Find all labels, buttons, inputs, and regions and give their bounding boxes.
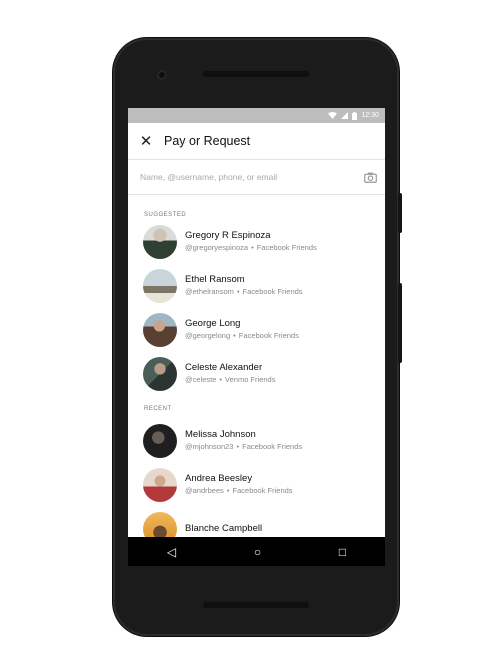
front-camera [157, 70, 167, 80]
separator-dot: • [236, 287, 240, 296]
contact-info: Celeste Alexander @celeste • Venmo Friends [185, 362, 275, 386]
contact-subtitle: @ethelransom • Facebook Friends [185, 286, 303, 298]
app-bar: ✕ Pay or Request [128, 123, 385, 160]
contact-username: @gregoryespinoza [185, 243, 249, 252]
contact-subtitle: @mjohnson23 • Facebook Friends [185, 441, 302, 453]
search-input[interactable] [140, 172, 340, 182]
android-nav-bar: ◁ ○ □ [128, 537, 385, 566]
home-icon[interactable]: ○ [254, 545, 261, 559]
close-icon[interactable]: ✕ [128, 132, 164, 150]
list-item[interactable]: George Long @georgelong • Facebook Friends [128, 313, 385, 347]
contact-subtitle: @georgelong • Facebook Friends [185, 330, 299, 342]
contact-source: Facebook Friends [238, 331, 299, 340]
volume-button [398, 283, 402, 363]
section-header-recent: RECENT [144, 406, 172, 412]
separator-dot: • [233, 331, 236, 340]
back-icon[interactable]: ◁ [167, 545, 176, 559]
contact-name: Gregory R Espinoza [185, 230, 271, 241]
bottom-speaker [203, 602, 309, 608]
contact-name: George Long [185, 318, 241, 329]
contact-info: Ethel Ransom @ethelransom • Facebook Frien… [185, 274, 303, 298]
separator-dot: • [219, 375, 223, 384]
battery-icon [352, 111, 358, 120]
list-item[interactable]: Andrea Beesley @andrbees • Facebook Friend… [128, 468, 385, 502]
page-title: Pay or Request [164, 134, 251, 148]
phone-screen: 12:30 ✕ Pay or Request SUGGESTED Gregory… [128, 108, 385, 566]
contact-source: Facebook Friends [242, 287, 303, 296]
contact-info: Gregory R Espinoza @gregoryespinoza • Face… [185, 230, 317, 254]
contact-name: Andrea Beesley [185, 473, 253, 484]
contact-source: Facebook Friends [232, 486, 293, 495]
avatar [143, 225, 177, 259]
power-button [398, 193, 402, 233]
contact-username: @celeste [185, 375, 217, 384]
recents-icon[interactable]: □ [339, 545, 346, 559]
separator-dot: • [251, 243, 254, 252]
top-speaker [203, 71, 309, 77]
contact-username: @ethelransom [185, 287, 234, 296]
wifi-icon [328, 112, 338, 119]
contact-source: Facebook Friends [242, 442, 303, 451]
contact-name: Blanche Campbell [185, 523, 263, 534]
list-item[interactable]: Melissa Johnson @mjohnson23 • Facebook Fri… [128, 424, 385, 458]
contact-name: Celeste Alexander [185, 362, 263, 373]
contact-name: Melissa Johnson [185, 429, 256, 440]
avatar [143, 424, 177, 458]
section-header-suggested: SUGGESTED [144, 212, 187, 218]
separator-dot: • [236, 442, 240, 451]
contact-subtitle: @andrbees • Facebook Friends [185, 485, 293, 497]
search-bar [128, 160, 385, 195]
status-bar: 12:30 [128, 108, 385, 123]
avatar [143, 269, 177, 303]
contact-info: Melissa Johnson @mjohnson23 • Facebook Fri… [185, 429, 302, 453]
contact-name: Ethel Ransom [185, 274, 245, 285]
signal-icon [341, 112, 349, 119]
contact-source: Venmo Friends [225, 375, 276, 384]
status-time: 12:30 [361, 112, 379, 119]
contact-subtitle: @gregoryespinoza • Facebook Friends [185, 242, 317, 254]
contact-subtitle: @celeste • Venmo Friends [185, 374, 275, 386]
avatar [143, 357, 177, 391]
camera-icon[interactable] [364, 172, 377, 183]
avatar [143, 468, 177, 502]
contact-info: George Long @georgelong • Facebook Friends [185, 318, 299, 342]
contact-info: Blanche Campbell [185, 523, 262, 535]
list-item[interactable]: Gregory R Espinoza @gregoryespinoza • Face… [128, 225, 385, 259]
list-item[interactable]: Ethel Ransom @ethelransom • Facebook Frien… [128, 269, 385, 303]
list-item[interactable]: Celeste Alexander @celeste • Venmo Friends [128, 357, 385, 391]
contact-username: @mjohnson23 [185, 442, 234, 451]
separator-dot: • [226, 486, 230, 495]
contact-source: Facebook Friends [256, 243, 317, 252]
phone-device: 12:30 ✕ Pay or Request SUGGESTED Gregory… [113, 38, 402, 636]
contact-username: @andrbees [185, 486, 224, 495]
contact-info: Andrea Beesley @andrbees • Facebook Friend… [185, 473, 293, 497]
avatar [143, 313, 177, 347]
contact-username: @georgelong [185, 331, 231, 340]
